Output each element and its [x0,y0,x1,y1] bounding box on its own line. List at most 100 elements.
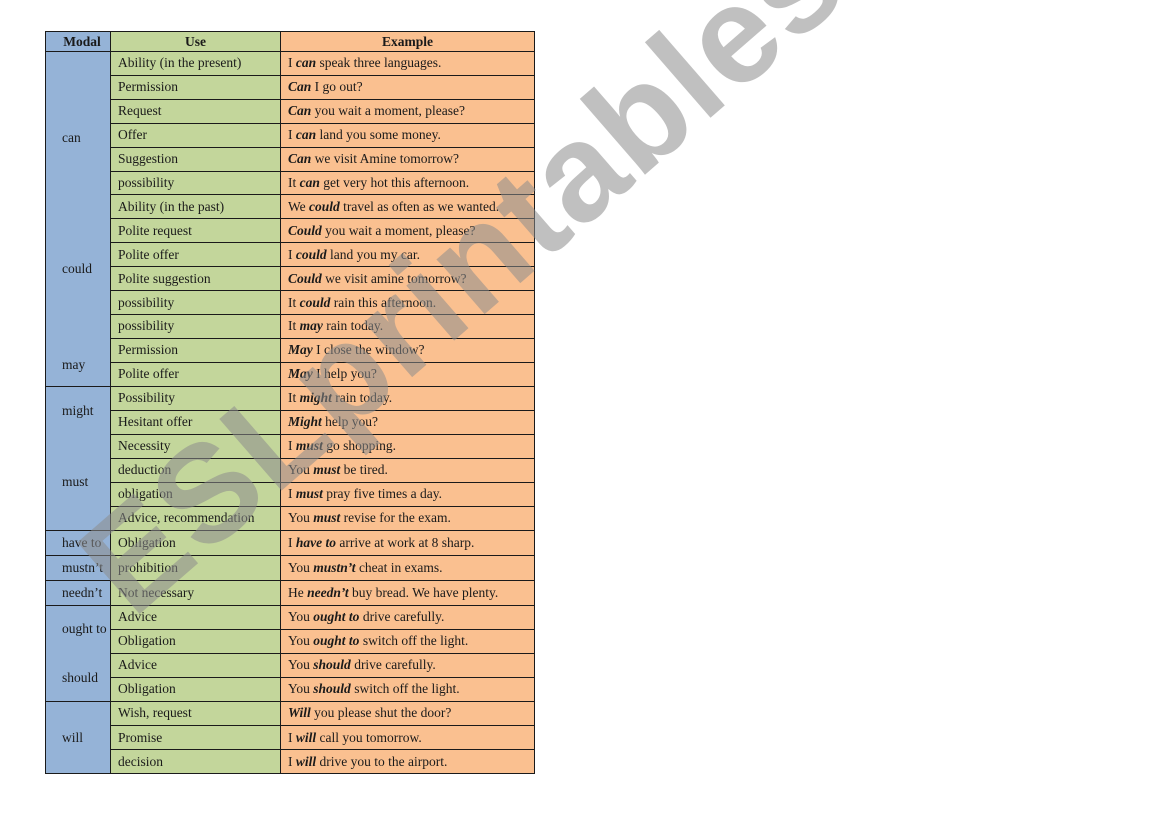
use-cell: Ability (in the past) [110,194,281,220]
use-cell: possibility [110,170,281,196]
example-modal-word: must [313,462,341,478]
use-cell: possibility [110,313,281,339]
table-row: Polite suggestion Could we visit amine to… [46,266,535,292]
example-modal-word: can [295,55,317,71]
modal-cell: will [45,700,111,775]
use-cell: Advice [110,604,281,630]
example-cell: I have to arrive at work at 8 sharp. [280,529,535,556]
modal-label: have to [62,534,102,550]
example-modal-word: Can [288,79,312,95]
table-row: Suggestion Can we visit Amine tomorrow? [46,146,535,172]
table-row: Permission Can I go out? [46,74,535,100]
modal-label: ought to [62,621,107,637]
example-pre: I [288,753,296,769]
table-row: can could may Ability (in the present) I can… [45,51,535,387]
example-cell: I can speak three languages. [280,51,535,76]
example-pre: It [288,318,300,334]
example-pre: We [288,198,310,214]
example-cell: It can get very hot this afternoon. [280,170,535,196]
example-modal-word: can [299,174,320,190]
example-pre: He [288,584,308,600]
example-modal-word: could [299,294,331,310]
example-post: buy bread. We have plenty. [348,584,499,600]
example-cell: You ought to drive carefully. [280,604,535,630]
example-cell: I must go shopping. [280,433,535,459]
use-cell: Possibility [110,385,281,411]
table-row: mustn’t prohibition You mustn’t cheat in e… [45,554,535,581]
example-cell: Could we visit amine tomorrow? [280,266,535,292]
use-cell: Polite request [110,218,281,244]
example-post: rain today. [331,390,393,406]
example-pre: It [288,390,300,406]
use-cell: Promise [110,725,281,751]
example-post: arrive at work at 8 sharp. [336,534,475,550]
table-row: Necessity I must go shopping. [46,433,535,459]
table-row: will Wish, request Will you please shut th… [45,700,535,775]
table-row: Polite offer May I help you? [46,361,535,387]
example-post: get very hot this afternoon. [319,174,470,190]
example-post: call you tomorrow. [316,729,422,745]
use-cell: Offer [110,122,281,148]
example-cell: We could travel as often as we wanted. [280,194,535,220]
example-modal-word: may [299,318,323,334]
use-cell: Obligation [110,628,281,654]
example-pre: I [288,246,296,262]
example-modal-word: Can [288,151,312,167]
table-body: can could may Ability (in the present) I can… [45,51,535,775]
example-pre: I [288,486,296,502]
modal-label: may [62,356,86,372]
example-modal-word: could [295,246,327,262]
use-cell: Ability (in the present) [110,51,281,76]
modal-cell: might must [45,385,111,531]
example-pre: I [288,55,296,71]
example-post: drive carefully. [350,657,436,673]
table-row: might must Possibility It might rain today. [45,385,535,531]
modal-label: needn’t [62,584,103,600]
example-modal-word: Could [288,270,322,286]
table-row: Obligation You ought to switch off the li… [46,628,535,654]
example-post: I close the window? [312,342,425,358]
example-post: be tired. [340,462,388,478]
table-row: ought to should Advice You ought to drive c… [45,604,535,702]
example-post: revise for the exam. [340,510,451,526]
example-modal-word: Can [288,103,312,119]
header-modal: Modal [45,31,111,52]
table-row: Ability (in the past) We could travel as … [46,194,535,220]
example-pre: You [288,633,314,649]
example-modal-word: might [299,390,332,406]
example-post: switch off the light. [359,633,469,649]
example-modal-word: needn’t [307,584,349,600]
example-cell: You ought to switch off the light. [280,628,535,654]
modal-label: must [62,474,89,490]
example-modal-word: will [295,753,317,769]
example-cell: You should switch off the light. [280,676,535,702]
example-modal-word: mustn’t [313,559,356,575]
example-pre: It [288,174,300,190]
example-post: speak three languages. [316,55,442,71]
example-pre: You [288,559,314,575]
modal-label: will [62,729,84,745]
table-row: Request Can you wait a moment, please? [46,98,535,124]
table-row: decision I will drive you to the airport. [46,749,535,775]
use-cell: Hesitant offer [110,409,281,435]
example-cell: It may rain today. [280,313,535,339]
example-pre: I [288,438,296,454]
example-cell: Could you wait a moment, please? [280,218,535,244]
example-cell: Might help you? [280,409,535,435]
example-modal-word: Could [288,222,322,238]
example-pre: You [288,609,314,625]
example-modal-word: have to [295,534,336,550]
example-modal-word: can [295,127,317,143]
use-cell: Advice [110,652,281,678]
modal-cell: mustn’t [45,554,111,581]
example-post: drive you to the airport. [316,753,448,769]
example-cell: It might rain today. [280,385,535,411]
example-modal-word: should [313,657,351,673]
header-use: Use [110,31,281,52]
example-modal-word: must [295,438,323,454]
example-cell: Can you wait a moment, please? [280,98,535,124]
example-cell: Will you please shut the door? [280,700,535,727]
example-cell: You must revise for the exam. [280,505,535,531]
use-cell: obligation [110,481,281,507]
modal-cell: needn’t [45,579,111,606]
